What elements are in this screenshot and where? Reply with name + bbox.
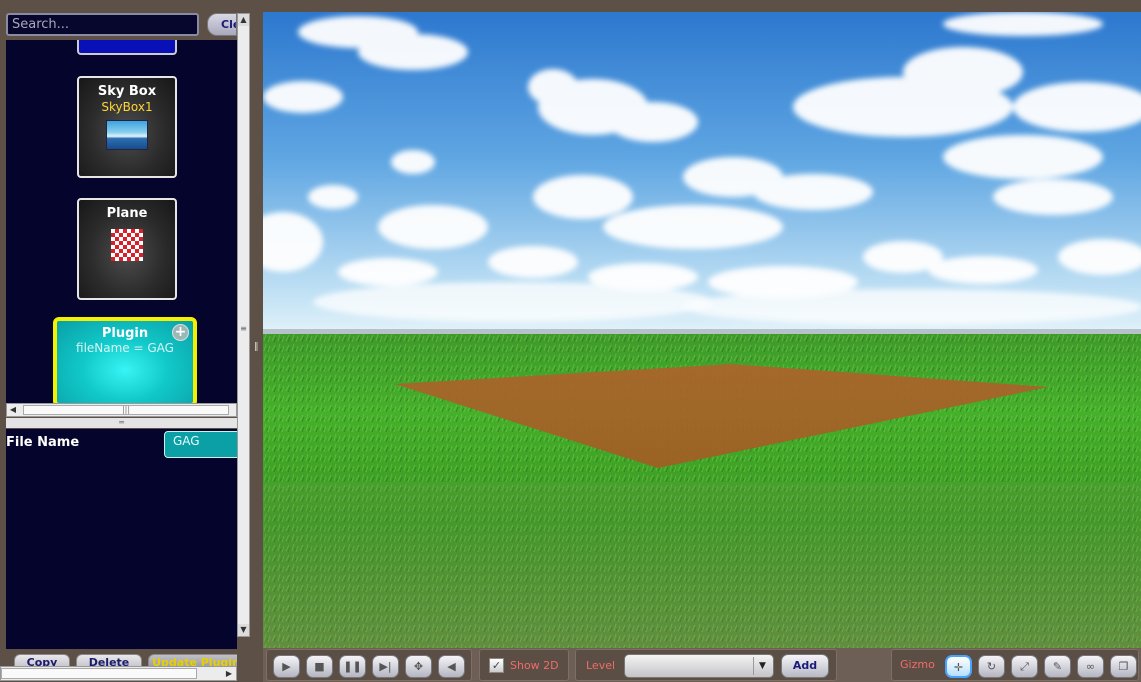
tile-subtitle: SkyBox1: [101, 100, 153, 114]
panel-divider[interactable]: ‖: [253, 0, 263, 682]
sound-icon[interactable]: ◀: [438, 655, 465, 678]
gizmo-label: Gizmo: [900, 658, 935, 671]
level-group: Level ▼ Add: [575, 649, 837, 681]
update-plugin-button[interactable]: Update Plugin: [148, 654, 237, 666]
level-label: Level: [586, 659, 616, 672]
scroll-right-icon[interactable]: [224, 404, 236, 416]
tile-title: Sky Box: [97, 84, 157, 99]
scroll-up-icon[interactable]: ▲: [238, 14, 249, 26]
property-label: File Name: [6, 435, 80, 450]
link-icon[interactable]: ∞: [1077, 655, 1104, 678]
panel-vertical-scrollbar[interactable]: ▲ ≡ ▼: [237, 13, 250, 637]
panel-splitter[interactable]: ═: [6, 418, 237, 428]
tile-subtitle: fileName = GAG: [76, 341, 174, 355]
scroll-grip[interactable]: ≡: [239, 324, 248, 336]
file-name-field[interactable]: GAG: [164, 431, 240, 458]
brush-icon[interactable]: ✎: [1044, 655, 1071, 678]
move-icon[interactable]: ✛: [945, 655, 972, 678]
delete-button[interactable]: Delete: [76, 654, 142, 666]
level-select[interactable]: ▼: [624, 654, 774, 678]
copy-button[interactable]: Copy: [14, 654, 70, 666]
show2d-label: Show 2D: [510, 659, 559, 672]
scene-viewport[interactable]: [263, 12, 1141, 648]
divider-grip[interactable]: ‖: [254, 340, 260, 354]
play-icon[interactable]: ▶: [273, 655, 300, 678]
checker-texture-icon: [111, 229, 143, 261]
object-list[interactable]: Sky Box SkyBox1 Plane + Plugin fileName …: [6, 40, 237, 403]
bottom-toolbar: ▶ ■ ❚❚ ▶| ✥ ◀ ✓ Show 2D Level ▼ Add Gizm…: [263, 648, 1141, 682]
scroll-left-icon[interactable]: ◀: [7, 404, 19, 416]
copy-icon[interactable]: ❐: [1110, 655, 1137, 678]
step-icon[interactable]: ▶|: [372, 655, 399, 678]
properties-panel: File Name GAG: [6, 429, 240, 649]
panel-horizontal-scrollbar[interactable]: ▶: [0, 666, 237, 681]
scroll-thumb[interactable]: [1, 668, 197, 679]
add-plus-icon[interactable]: +: [172, 324, 189, 341]
object-tile-plugin[interactable]: + Plugin fileName = GAG: [53, 317, 197, 403]
clear-button[interactable]: Clear: [207, 13, 237, 36]
fullscreen-icon[interactable]: ✥: [405, 655, 432, 678]
scene-object-panel: Clear Sky Box SkyBox1 Plane + Plugin fil…: [0, 0, 253, 682]
scene-render: [263, 12, 1141, 648]
playback-controls: ▶ ■ ❚❚ ▶| ✥ ◀: [266, 649, 472, 681]
show2d-group: ✓ Show 2D: [479, 649, 569, 681]
list-horizontal-scrollbar[interactable]: ◀ |||: [6, 403, 237, 417]
rotate-icon[interactable]: ↻: [978, 655, 1005, 678]
object-tile-plane[interactable]: Plane: [77, 198, 177, 300]
object-tile-skybox[interactable]: Sky Box SkyBox1: [77, 76, 177, 178]
skybox-thumbnail-icon: [106, 120, 148, 150]
pause-icon[interactable]: ❚❚: [339, 655, 366, 678]
scale-icon[interactable]: ⤢: [1011, 655, 1038, 678]
object-tile-previous[interactable]: [77, 40, 177, 55]
scroll-right-icon[interactable]: ▶: [223, 668, 235, 680]
gizmo-group: Gizmo ✛ ↻ ⤢ ✎ ∞ ❐: [891, 649, 1139, 681]
chevron-down-icon[interactable]: ▼: [753, 657, 771, 675]
show2d-checkbox[interactable]: ✓: [489, 658, 504, 673]
add-level-button[interactable]: Add: [781, 654, 829, 678]
stop-icon[interactable]: ■: [306, 655, 333, 678]
scroll-down-icon[interactable]: ▼: [238, 624, 249, 636]
action-buttons: Copy Delete Update Plugin: [6, 649, 237, 666]
editor-window: Clear Sky Box SkyBox1 Plane + Plugin fil…: [0, 0, 1141, 682]
search-input[interactable]: [6, 13, 199, 36]
scroll-thumb[interactable]: |||: [23, 405, 229, 415]
tile-title: Plane: [106, 206, 148, 221]
